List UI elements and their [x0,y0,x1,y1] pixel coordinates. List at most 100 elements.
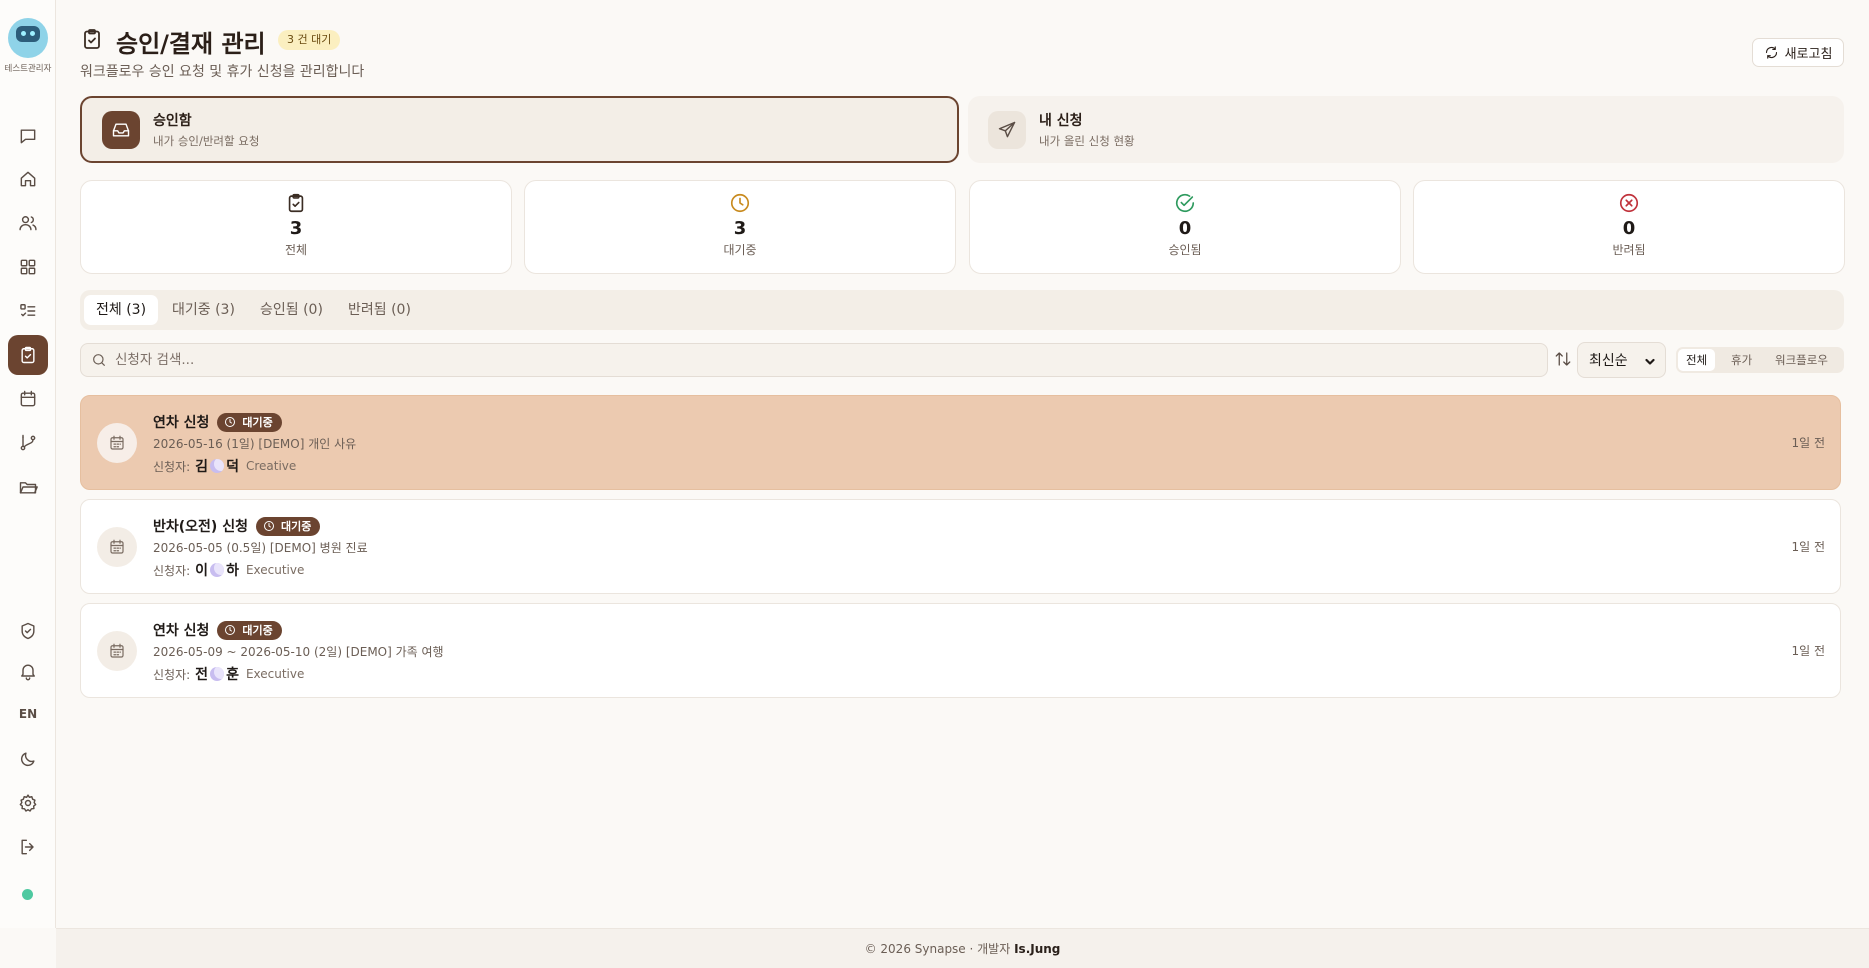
applicant-label: 신청자: [153,667,191,682]
clock-icon [729,192,751,214]
stat-total: 3 전체 [80,180,512,274]
bell-icon[interactable] [8,651,48,691]
refresh-label: 새로고침 [1784,46,1833,61]
shield-icon[interactable] [8,611,48,651]
chevron-down-icon [1645,355,1655,365]
apps-grid-icon[interactable] [8,247,48,287]
tab-pending[interactable]: 대기중 (3) [160,295,247,325]
page-subtitle: 워크플로우 승인 요청 및 휴가 신청을 관리합니다 [80,64,365,80]
tab-approved[interactable]: 승인됨 (0) [248,295,335,325]
stat-pending-value: 3 [733,218,747,239]
request-item[interactable]: 연차 신청 대기중 2026-05-09 ~ 2026-05-10 (2일) [… [80,603,1841,698]
language-toggle[interactable]: EN [8,694,48,734]
send-icon [988,110,1026,149]
footer: © 2026 Synapse · 개발자 Is.Jung [56,928,1869,968]
request-title: 반차(오전) 신청 대기중 [153,516,321,536]
task-list-icon[interactable] [8,291,48,331]
mode-inbox-desc: 내가 승인/반려할 요청 [153,134,260,148]
request-title: 연차 신청 대기중 [153,620,282,640]
calendar-icon [97,631,137,671]
x-circle-icon [1618,192,1640,214]
status-badge: 대기중 [217,412,282,432]
applicant-name-last: 하 [226,563,239,579]
request-title: 연차 신청 대기중 [153,412,282,432]
request-time: 1일 전 [1791,436,1825,450]
request-detail: 2026-05-09 ~ 2026-05-10 (2일) [DEMO] 가족 여… [153,645,444,659]
request-item[interactable]: 반차(오전) 신청 대기중 2026-05-05 (0.5일) [DEMO] 병… [80,499,1841,594]
clock-icon [225,417,236,427]
pending-count-badge: 3 건 대기 [278,30,341,50]
stat-approved-label: 승인됨 [1168,243,1202,257]
type-filter-all[interactable]: 전체 [1678,349,1716,371]
status-badge: 대기중 [217,620,282,640]
clipboard-check-icon [285,192,307,214]
online-status-dot [22,889,33,900]
chat-icon[interactable] [8,116,48,156]
gear-icon[interactable] [8,783,48,823]
calendar-icon[interactable] [8,379,48,419]
sort-select[interactable]: 최신순 [1577,342,1666,378]
clipboard-check-icon [80,27,104,51]
clock-icon [263,521,274,531]
mode-inbox-title: 승인함 [153,113,192,129]
folder-icon[interactable] [8,467,48,507]
applicant-name-last: 덕 [226,459,239,475]
status-badge-text: 대기중 [280,520,312,533]
stat-pending-label: 대기중 [723,243,757,257]
applicant-label: 신청자: [153,459,191,474]
stat-rejected-label: 반려됨 [1612,243,1646,257]
applicant-dept: Executive [245,563,305,577]
type-filter: 전체 휴가 워크플로우 [1676,347,1844,373]
refresh-button[interactable]: 새로고침 [1752,38,1844,67]
stat-pending: 3 대기중 [524,180,956,274]
applicant-dept: Creative [245,459,297,473]
stat-total-label: 전체 [284,243,308,257]
search-icon [93,354,105,366]
applicant-name-first: 이 [195,563,209,579]
status-badge-text: 대기중 [242,624,273,637]
logout-icon[interactable] [8,827,48,867]
user-avatar[interactable] [8,18,48,58]
home-icon[interactable] [8,159,48,199]
check-circle-icon [1174,192,1196,214]
search-input[interactable] [115,352,1515,368]
sort-arrows-icon[interactable] [1554,350,1572,368]
users-icon[interactable] [8,203,48,243]
request-title-text: 연차 신청 [153,623,210,639]
page-title: 승인/결재 관리 [116,30,266,58]
stat-rejected-value: 0 [1622,218,1636,239]
footer-developer[interactable]: Is.Jung [1014,942,1060,956]
status-badge-text: 대기중 [242,416,273,429]
type-filter-vacation[interactable]: 휴가 [1723,349,1760,371]
moon-icon[interactable] [8,739,48,779]
request-applicant: 신청자: 김 덕 Creative [153,456,296,476]
stat-approved: 0 승인됨 [969,180,1401,274]
type-filter-workflow[interactable]: 워크플로우 [1767,349,1836,371]
mode-inbox-card[interactable]: 승인함 내가 승인/반려할 요청 [80,96,959,163]
request-item[interactable]: 연차 신청 대기중 2026-05-16 (1일) [DEMO] 개인 사유 신… [80,395,1841,490]
footer-copyright: © 2026 Synapse · 개발자 [864,942,1011,956]
applicant-name-first: 김 [195,459,209,475]
applicant-name-first: 전 [195,667,209,683]
approvals-clipboard-icon[interactable] [8,335,48,375]
tab-rejected[interactable]: 반려됨 (0) [336,295,423,325]
masked-name-icon [210,667,225,681]
mode-mine-title: 내 신청 [1039,113,1083,129]
request-applicant: 신청자: 전 훈 Executive [153,664,304,684]
git-branch-icon[interactable] [8,423,48,463]
calendar-icon [97,527,137,567]
applicant-search [80,343,1548,377]
tab-all[interactable]: 전체 (3) [84,295,159,325]
masked-name-icon [210,459,225,473]
applicant-dept: Executive [245,667,305,681]
applicant-label: 신청자: [153,563,191,578]
stat-approved-value: 0 [1178,218,1192,239]
request-time: 1일 전 [1791,644,1825,658]
stat-total-value: 3 [289,218,303,239]
clock-icon [225,625,236,635]
masked-name-icon [210,563,225,577]
user-name: 테스트관리자 [4,64,52,74]
inbox-icon [102,110,140,149]
request-detail: 2026-05-05 (0.5일) [DEMO] 병원 진료 [153,541,368,555]
mode-mine-card[interactable]: 내 신청 내가 올린 신청 현황 [968,96,1844,163]
